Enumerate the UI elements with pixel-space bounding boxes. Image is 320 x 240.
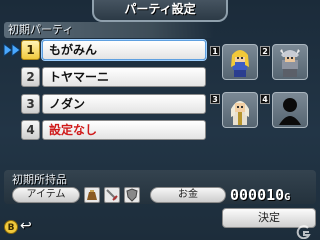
money-button[interactable]: お金 xyxy=(150,187,226,203)
money-digits: 000010 xyxy=(230,186,285,204)
back-arrow-icon[interactable]: ↩ xyxy=(20,218,32,234)
slot-number: 2 xyxy=(21,67,40,87)
b-button-icon[interactable]: B xyxy=(4,220,18,234)
blonde-hero-sprite-icon[interactable] xyxy=(222,44,258,80)
slot-number: 3 xyxy=(21,94,40,114)
items-section-heading: 初期所持品 xyxy=(12,173,67,186)
helmeted-knight-sprite-icon[interactable] xyxy=(272,44,308,80)
money-amount: 000010G xyxy=(230,186,314,204)
party-slot-3[interactable]: 3 ノダン xyxy=(0,93,210,115)
money-unit: G xyxy=(284,192,291,203)
watermark-logo-icon xyxy=(294,225,314,240)
party-slot-1[interactable]: 1 もがみん xyxy=(0,39,210,61)
party-slot-4[interactable]: 4 設定なし xyxy=(0,119,210,141)
party-section-heading: 初期パーティ xyxy=(4,22,214,38)
slot-name[interactable]: トヤマーニ xyxy=(42,67,206,87)
empty-silhouette-icon[interactable] xyxy=(272,92,308,128)
party-portraits: 1 2 3 4 xyxy=(210,44,316,134)
shield-icon[interactable] xyxy=(124,187,140,203)
party-slot-2[interactable]: 2 トヤマーニ xyxy=(0,66,210,88)
slot-name[interactable]: ノダン xyxy=(42,94,206,114)
slot-name[interactable]: もがみん xyxy=(42,40,206,60)
portrait-badge: 1 xyxy=(210,46,220,56)
slot-number: 4 xyxy=(21,120,40,140)
pouch-icon[interactable] xyxy=(84,187,100,203)
priest-sprite-icon[interactable] xyxy=(222,92,258,128)
slot-name-empty[interactable]: 設定なし xyxy=(42,120,206,140)
slot-number: 1 xyxy=(21,40,40,60)
sword-icon[interactable] xyxy=(104,187,120,203)
portrait-badge: 4 xyxy=(260,94,270,104)
portrait-badge: 2 xyxy=(260,46,270,56)
item-button[interactable]: アイテム xyxy=(12,187,80,203)
portrait-badge: 3 xyxy=(210,94,220,104)
page-title: パーティ設定 xyxy=(92,0,228,22)
